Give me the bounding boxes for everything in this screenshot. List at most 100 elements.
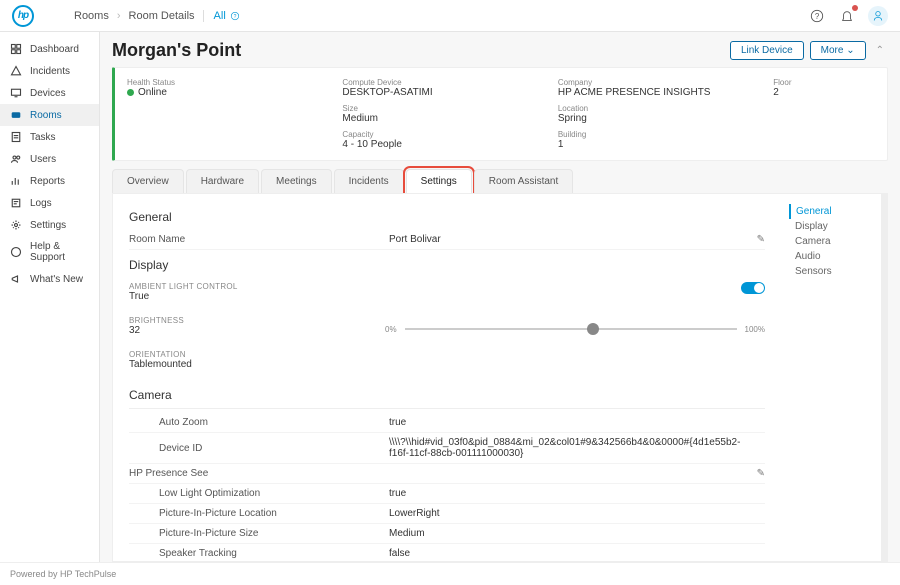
location-value: Spring (558, 113, 761, 124)
slider-min: 0% (385, 325, 397, 334)
alc-key: AMBIENT LIGHT CONTROL (129, 282, 741, 291)
more-button[interactable]: More ⌄ (810, 41, 866, 60)
capacity-label: Capacity (342, 130, 545, 139)
collapse-icon[interactable]: ⌃ (872, 43, 888, 58)
room-name-value: Port Bolivar (389, 234, 741, 245)
help-support-icon (10, 246, 22, 258)
footer: Powered by HP TechPulse (0, 562, 900, 585)
alc-value: True (129, 291, 741, 302)
tab-room-assistant[interactable]: Room Assistant (474, 169, 573, 193)
sidebar-item-dashboard[interactable]: Dashboard (0, 38, 99, 60)
tab-incidents[interactable]: Incidents (334, 169, 404, 193)
compute-label: Compute Device (342, 78, 545, 87)
brightness-value: 32 (129, 325, 369, 336)
floor-label: Floor (773, 78, 875, 87)
brightness-key: BRIGHTNESS (129, 316, 369, 325)
presence-key: HP Presence See (129, 468, 389, 479)
scrollbar[interactable] (881, 194, 887, 561)
topbar: hp Rooms › Room Details All ? ? (0, 0, 900, 32)
building-label: Building (558, 130, 761, 139)
brightness-slider[interactable] (405, 328, 737, 330)
edit-presence-icon[interactable]: ✎ (757, 468, 765, 479)
piploc-key: Picture-In-Picture Location (129, 508, 389, 519)
section-general: General (129, 210, 765, 224)
logs-icon (10, 197, 22, 209)
notifications-icon[interactable] (838, 7, 856, 25)
tab-overview[interactable]: Overview (112, 169, 184, 193)
health-label: Health Status (127, 78, 330, 87)
tab-meetings[interactable]: Meetings (261, 169, 332, 193)
sidebar-item-whatsnew[interactable]: What's New (0, 268, 99, 290)
orientation-value: Tablemounted (129, 359, 765, 370)
pnav-general[interactable]: General (789, 204, 873, 219)
settings-side-nav: General Display Camera Audio Sensors (781, 194, 881, 561)
company-label: Company (558, 78, 761, 87)
page-title: Morgan's Point (112, 40, 241, 61)
breadcrumb-current: Room Details (129, 10, 195, 22)
company-value: HP ACME PRESENCE INSIGHTS (558, 87, 761, 98)
lowlight-key: Low Light Optimization (129, 488, 389, 499)
lowlight-value: true (389, 488, 741, 499)
sidebar-item-reports[interactable]: Reports (0, 170, 99, 192)
sidebar-item-incidents[interactable]: Incidents (0, 60, 99, 82)
online-dot-icon (127, 89, 134, 96)
location-label: Location (558, 104, 761, 113)
pnav-audio[interactable]: Audio (789, 249, 873, 264)
user-avatar[interactable] (868, 6, 888, 26)
slider-max: 100% (745, 325, 765, 334)
compute-value: DESKTOP-ASATIMI (342, 87, 545, 98)
tab-settings[interactable]: Settings (406, 169, 472, 193)
sidebar-item-rooms[interactable]: Rooms (0, 104, 99, 126)
section-display: Display (129, 258, 765, 272)
gear-icon (10, 219, 22, 231)
breadcrumb: Rooms › Room Details All ? (74, 10, 240, 22)
orientation-key: ORIENTATION (129, 350, 765, 359)
speaker-value: false (389, 548, 741, 559)
incidents-icon (10, 65, 22, 77)
pnav-display[interactable]: Display (789, 219, 873, 234)
sidebar-item-tasks[interactable]: Tasks (0, 126, 99, 148)
svg-text:?: ? (815, 12, 820, 21)
section-camera: Camera (129, 388, 765, 402)
deviceid-key: Device ID (129, 443, 389, 454)
devices-icon (10, 87, 22, 99)
hp-logo: hp (12, 5, 34, 27)
autozoom-key: Auto Zoom (129, 417, 389, 428)
reports-icon (10, 175, 22, 187)
pipsize-value: Medium (389, 528, 741, 539)
pnav-sensors[interactable]: Sensors (789, 264, 873, 279)
building-value: 1 (558, 139, 761, 150)
sidebar-item-devices[interactable]: Devices (0, 82, 99, 104)
piploc-value: LowerRight (389, 508, 741, 519)
rooms-icon (10, 109, 22, 121)
sidebar-item-logs[interactable]: Logs (0, 192, 99, 214)
floor-value: 2 (773, 87, 875, 98)
autozoom-value: true (389, 417, 741, 428)
breadcrumb-root[interactable]: Rooms (74, 10, 109, 22)
tabs: Overview Hardware Meetings Incidents Set… (112, 169, 888, 193)
breadcrumb-filter[interactable]: All ? (203, 10, 240, 22)
health-value: Online (127, 87, 330, 98)
sidebar-item-users[interactable]: Users (0, 148, 99, 170)
help-icon[interactable]: ? (808, 7, 826, 25)
capacity-value: 4 - 10 People (342, 139, 545, 150)
breadcrumb-sep: › (117, 10, 121, 22)
pipsize-key: Picture-In-Picture Size (129, 528, 389, 539)
settings-body[interactable]: General Room Name Port Bolivar ✎ Display… (113, 194, 781, 561)
size-value: Medium (342, 113, 545, 124)
link-device-button[interactable]: Link Device (730, 41, 804, 60)
info-icon: ? (230, 11, 240, 21)
sidebar: Dashboard Incidents Devices Rooms Tasks … (0, 32, 100, 562)
users-icon (10, 153, 22, 165)
pnav-camera[interactable]: Camera (789, 234, 873, 249)
deviceid-value: \\\\?\\hid#vid_03f0&pid_0884&mi_02&col01… (389, 437, 741, 459)
alc-toggle[interactable] (741, 282, 765, 294)
sidebar-item-help[interactable]: Help & Support (0, 236, 99, 268)
svg-text:?: ? (233, 13, 236, 19)
dashboard-icon (10, 43, 22, 55)
room-name-key: Room Name (129, 234, 389, 245)
edit-room-name-icon[interactable]: ✎ (757, 234, 765, 245)
chevron-down-icon: ⌄ (846, 45, 854, 56)
sidebar-item-settings[interactable]: Settings (0, 214, 99, 236)
tab-hardware[interactable]: Hardware (186, 169, 259, 193)
